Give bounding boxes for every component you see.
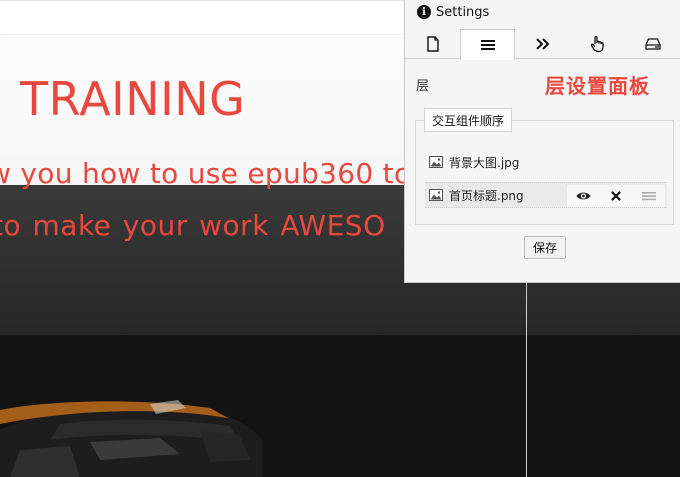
double-chevron-right-icon [535, 38, 549, 50]
panel-title: Settings [436, 4, 490, 20]
canvas-subtitle-line1[interactable]: w you how to use epub360 to [0, 160, 411, 188]
layer-order-title: 交互组件顺序 [424, 108, 513, 132]
tab-page[interactable] [405, 29, 460, 59]
canvas-title[interactable]: TRAINING [20, 76, 245, 122]
drive-icon [644, 38, 661, 50]
image-icon [429, 156, 443, 168]
panel-titlebar[interactable]: i Settings [405, 0, 680, 24]
hand-pointer-icon [590, 35, 604, 53]
image-icon [429, 189, 443, 201]
eye-icon[interactable] [572, 186, 594, 206]
save-button[interactable]: 保存 [524, 236, 566, 259]
layer-tools [567, 185, 665, 207]
close-icon[interactable] [605, 186, 627, 206]
canvas-subtitle-line2[interactable]: to make your work AWESO [0, 212, 386, 240]
info-icon: i [417, 5, 431, 19]
tab-interaction[interactable] [570, 29, 625, 59]
layer-name: 背景大图.jpg [449, 155, 520, 170]
alignment-guide [526, 280, 527, 477]
panel-tabs [405, 29, 680, 60]
drag-handle-icon[interactable] [638, 186, 660, 206]
layer-item-title[interactable]: 首页标题.png [425, 182, 667, 208]
section-label-layer: 层 [416, 79, 430, 94]
settings-panel: i Settings 层 层设置面板 交互组件顺序 背景大图.jpg 首页标题.… [404, 0, 680, 283]
panel-heading: 层设置面板 [545, 74, 650, 98]
layers-list-icon [480, 39, 495, 50]
page-icon [426, 36, 439, 52]
tab-data[interactable] [625, 29, 680, 59]
tab-layers[interactable] [460, 29, 515, 60]
car-image [0, 400, 262, 477]
tab-animation[interactable] [515, 29, 570, 59]
layer-name: 首页标题.png [449, 188, 524, 203]
layer-item-background[interactable]: 背景大图.jpg [425, 149, 667, 175]
